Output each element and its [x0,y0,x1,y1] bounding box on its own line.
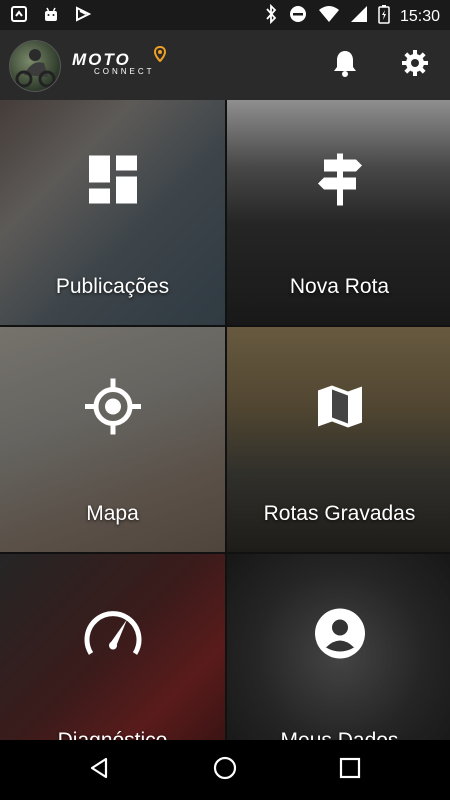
gps-target-icon [84,378,141,440]
status-bar-system: 15:30 [264,3,440,29]
tile-rotas-gravadas[interactable]: Rotas Gravadas [227,327,450,552]
avatar[interactable] [9,40,61,92]
home-button[interactable] [210,755,240,785]
home-icon [212,755,238,786]
download-icon [74,5,92,28]
speedometer-icon [83,604,143,669]
back-button[interactable] [85,755,115,785]
recents-icon [339,757,361,784]
map-icon [316,383,364,436]
bluetooth-icon [264,3,278,29]
tile-publicacoes[interactable]: Publicações [0,100,225,325]
android-icon [42,5,60,28]
navigation-bar [0,740,450,800]
menu-grid: Publicações Nova Rota Mapa Rotas Gravada… [0,100,450,740]
status-bar: 15:30 [0,0,450,30]
app-logo: MOTO CONNECT [72,45,167,76]
do-not-disturb-icon [288,4,308,29]
tile-label: Meus Dados [227,729,450,740]
status-bar-notifications [10,5,92,28]
battery-charging-icon [378,4,390,29]
notifications-button[interactable] [328,48,362,82]
tile-label: Rotas Gravadas [263,502,416,525]
tile-label: Mapa [86,502,139,525]
dashboard-icon [88,155,137,209]
tile-meus-dados[interactable]: Meus Dados [227,554,450,740]
signpost-icon [316,153,364,211]
bell-icon [332,49,358,82]
notification-icon [10,5,28,28]
account-circle-icon [314,608,366,665]
tile-mapa[interactable]: Mapa [0,327,225,552]
tile-nova-rota[interactable]: Nova Rota [227,100,450,325]
tile-label: Nova Rota [289,275,390,298]
tile-label: Diagnóstico [0,729,225,740]
gear-icon [401,49,429,82]
status-time: 15:30 [399,7,440,25]
settings-button[interactable] [398,48,432,82]
signal-icon [350,5,368,28]
back-icon [88,756,112,785]
location-pin-icon [153,45,167,67]
recents-button[interactable] [335,755,365,785]
tile-label: Publicações [55,275,170,298]
wifi-icon [318,5,340,28]
app-bar: MOTO CONNECT [0,30,450,100]
logo-secondary-text: CONNECT [94,67,155,76]
tile-diagnostico[interactable]: Diagnóstico [0,554,225,740]
